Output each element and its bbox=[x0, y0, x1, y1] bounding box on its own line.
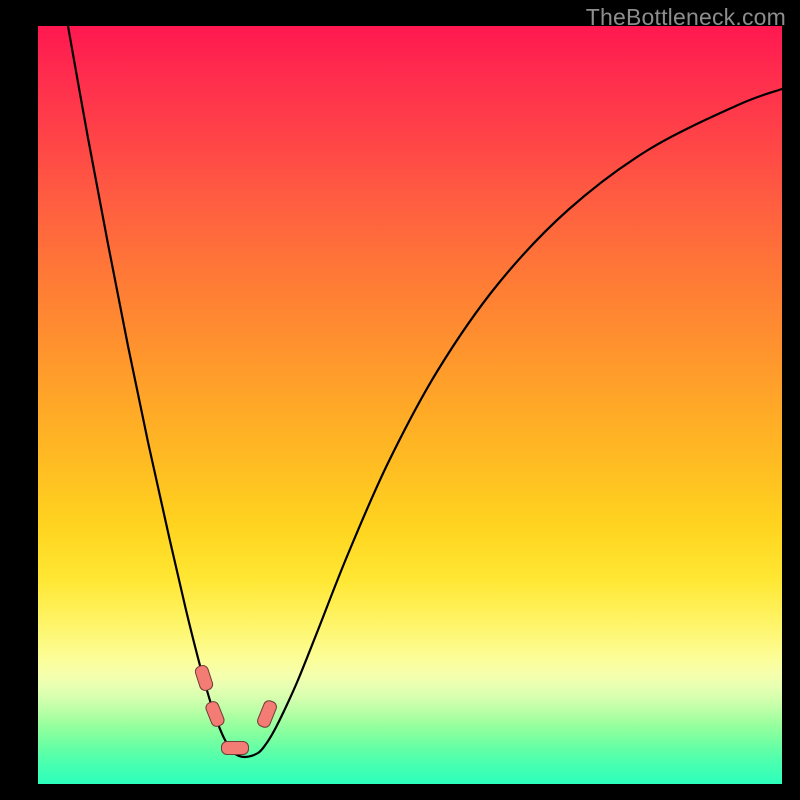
watermark-text: TheBottleneck.com bbox=[586, 4, 786, 31]
chart-plot-area bbox=[38, 26, 782, 784]
marker-bottom bbox=[221, 741, 249, 755]
curve-path bbox=[68, 26, 782, 757]
bottleneck-curve bbox=[38, 26, 782, 784]
